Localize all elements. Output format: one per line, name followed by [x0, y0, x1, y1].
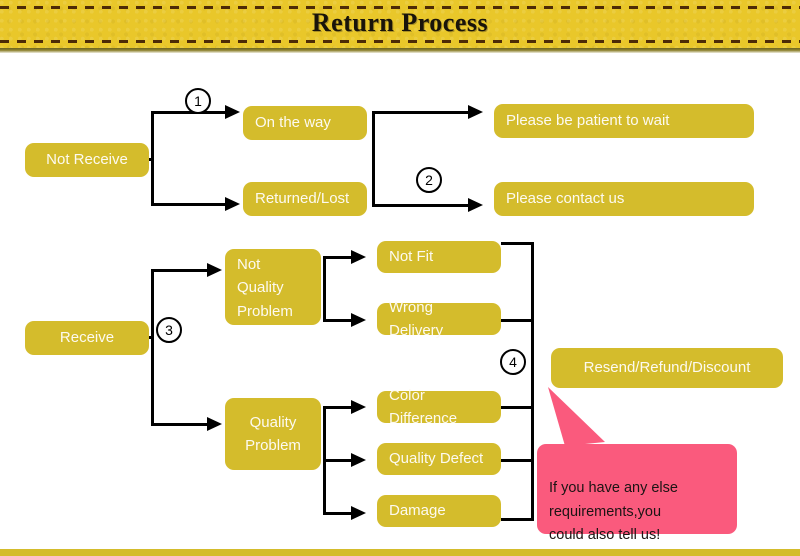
node-please-contact-us[interactable]: Please contact us	[494, 182, 754, 216]
page-header-banner: Return Process	[0, 0, 800, 48]
callout-extra-requirements: If you have any else requirements,you co…	[537, 444, 737, 543]
node-not-fit[interactable]: Not Fit	[377, 241, 501, 273]
arrowhead-to-not-quality-problem	[207, 263, 222, 277]
footer-strip	[0, 549, 800, 556]
node-please-be-patient[interactable]: Please be patient to wait	[494, 104, 754, 138]
return-process-diagram: Return Process Not Receive 1 On the way …	[0, 0, 800, 556]
connector-to-be-patient	[372, 111, 472, 114]
node-color-difference[interactable]: Color Difference	[377, 387, 501, 427]
collector-stub-color-difference	[501, 406, 533, 409]
arrowhead-to-on-the-way	[225, 105, 240, 119]
connector-not-quality-reason-bus	[323, 256, 326, 319]
arrowhead-to-not-fit	[351, 250, 366, 264]
node-not-receive[interactable]: Not Receive	[25, 143, 149, 177]
collector-stub-damage	[501, 518, 533, 521]
arrowhead-to-color-difference	[351, 400, 366, 414]
banner-dashed-line-bottom	[0, 40, 800, 43]
step-marker-4: 4	[500, 349, 526, 375]
step-marker-2: 2	[416, 167, 442, 193]
connector-receive-bus	[151, 270, 154, 426]
arrowhead-to-quality-defect	[351, 453, 366, 467]
collector-stub-not-fit	[501, 242, 533, 245]
connector-not-receive-bus	[151, 112, 154, 206]
arrowhead-to-damage	[351, 506, 366, 520]
connector-to-returned-lost	[151, 203, 229, 206]
node-receive[interactable]: Receive	[25, 321, 149, 355]
connector-to-quality-problem	[151, 423, 211, 426]
connector-outcome-bus-1	[372, 111, 375, 207]
callout-text: If you have any else requirements,you co…	[549, 480, 678, 544]
page-title: Return Process	[311, 8, 489, 37]
node-wrong-delivery[interactable]: Wrong Delivery	[377, 299, 501, 339]
connector-to-not-quality-problem	[151, 269, 211, 272]
connector-to-contact-us	[372, 204, 472, 207]
arrowhead-to-returned-lost	[225, 197, 240, 211]
collector-resolution-bus	[531, 242, 534, 521]
node-damage[interactable]: Damage	[377, 495, 501, 527]
node-not-quality-problem[interactable]: Not Quality Problem	[225, 249, 321, 325]
collector-stub-quality-defect	[501, 459, 533, 462]
arrowhead-to-wrong-delivery	[351, 313, 366, 327]
step-marker-3: 3	[156, 317, 182, 343]
banner-shadow	[0, 48, 800, 53]
node-quality-problem[interactable]: Quality Problem	[225, 398, 321, 470]
arrowhead-to-be-patient	[468, 105, 483, 119]
callout-tail-icon	[548, 387, 605, 446]
node-returned-lost[interactable]: Returned/Lost	[243, 182, 367, 216]
arrowhead-to-quality-problem	[207, 417, 222, 431]
node-on-the-way[interactable]: On the way	[243, 106, 367, 140]
node-quality-defect[interactable]: Quality Defect	[377, 443, 501, 475]
arrowhead-to-contact-us	[468, 198, 483, 212]
collector-stub-wrong-delivery	[501, 319, 533, 322]
step-marker-1: 1	[185, 88, 211, 114]
